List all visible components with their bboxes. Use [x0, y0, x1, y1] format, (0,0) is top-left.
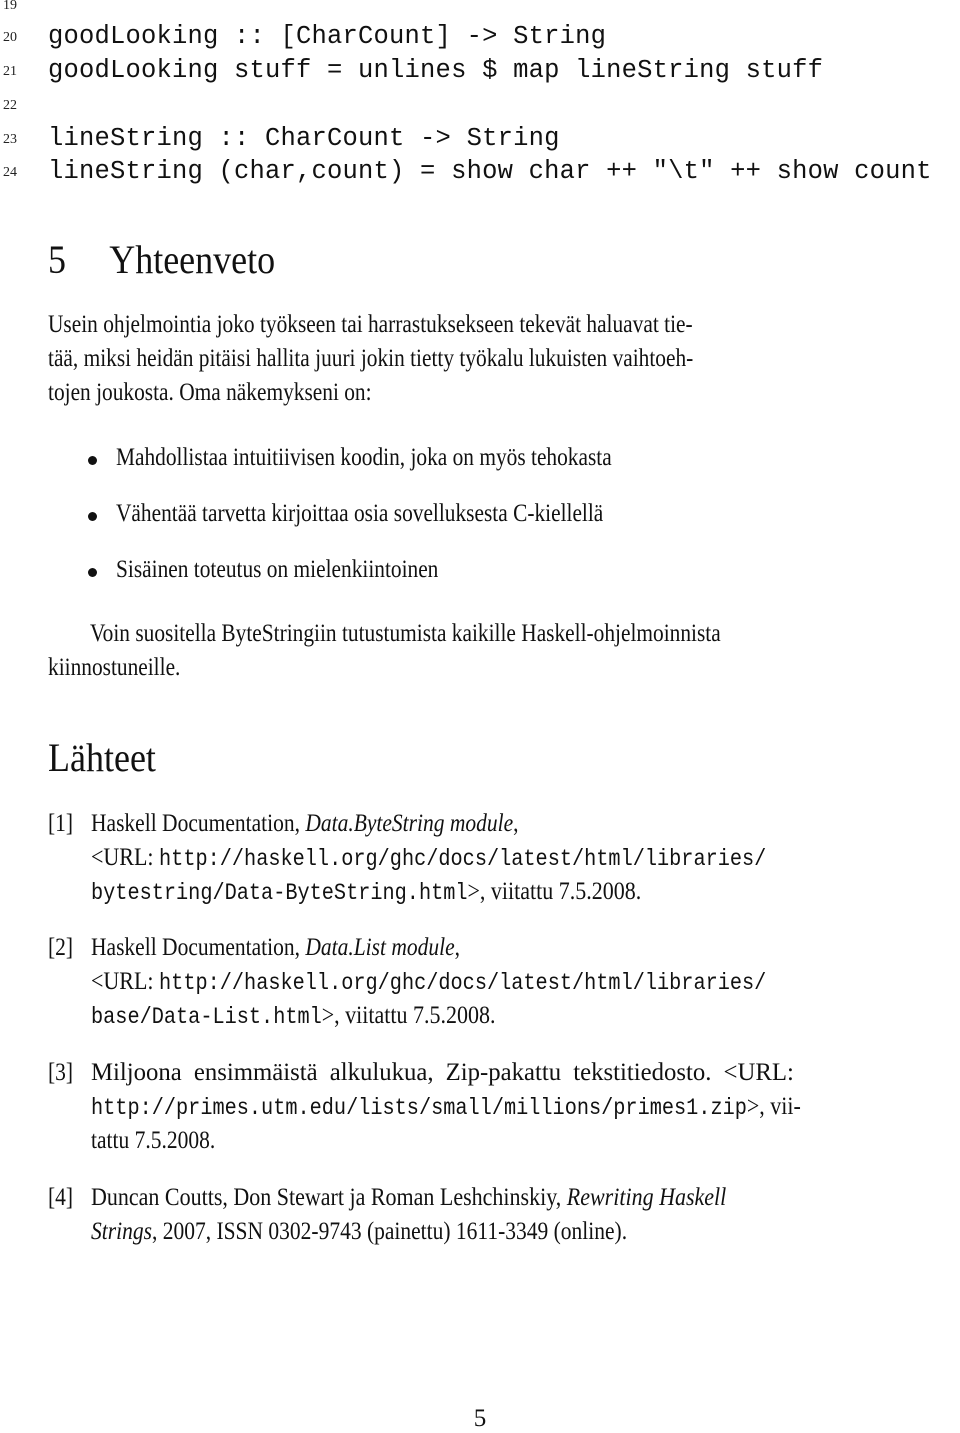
- line-number: 20: [3, 30, 17, 45]
- line-number: 24: [3, 165, 17, 180]
- reference-text: Haskell Documentation,: [91, 934, 306, 961]
- document-page: 19 20 goodLooking :: [CharCount] -> Stri…: [0, 0, 960, 1432]
- paragraph-line: tojen joukosta. Oma näkemykseni on:: [48, 379, 372, 406]
- reference-text: Duncan Coutts, Don Stewart ja Roman Lesh…: [91, 1184, 567, 1211]
- code-text: goodLooking stuff = unlines $ map lineSt…: [48, 56, 824, 85]
- reference-line: <URL: http://haskell.org/ghc/docs/latest…: [91, 844, 858, 872]
- reference-text: , 2007, ISSN 0302-9743 (painettu) 1611-3…: [151, 1218, 628, 1245]
- paragraph-line: tää, miksi heidän pitäisi hallita juuri …: [48, 345, 694, 372]
- reference-line: tattu 7.5.2008.: [91, 1127, 235, 1155]
- url-prefix: <URL:: [91, 968, 160, 995]
- references-heading: Lähteet: [48, 735, 156, 780]
- line-number: 23: [3, 132, 17, 147]
- list-item-text: Vähentää tarvetta kirjoittaa osia sovell…: [116, 500, 604, 527]
- paragraph-line: Voin suositella ByteStringiin tutustumis…: [90, 620, 721, 647]
- code-line: 21 goodLooking stuff = unlines $ map lin…: [0, 56, 823, 86]
- section-number: 5: [48, 237, 66, 282]
- reference-punct: ,: [454, 934, 461, 961]
- bullet-icon: [88, 456, 97, 465]
- reference-line: Miljoona ensimmäistä alkulukua, Zip-paka…: [91, 1059, 801, 1087]
- list-item-text: Sisäinen toteutus on mielenkiintoinen: [116, 556, 439, 583]
- reference-text: >, viitattu 7.5.2008.: [321, 1002, 496, 1029]
- reference-punct: ,: [513, 810, 519, 837]
- code-line: 20 goodLooking :: [CharCount] -> String: [0, 22, 606, 52]
- reference-text: Miljoona ensimmäistä alkulukua, Zip-paka…: [91, 1059, 794, 1086]
- line-number: 22: [3, 98, 17, 113]
- paragraph-line: kiinnostuneille.: [48, 654, 181, 681]
- reference-label: [4]: [48, 1184, 74, 1211]
- reference-url[interactable]: http://haskell.org/ghc/docs/latest/html/…: [159, 970, 766, 996]
- url-prefix: <URL:: [91, 844, 160, 871]
- reference-text: >, viitattu 7.5.2008.: [467, 878, 642, 905]
- reference-line: bytestring/Data-ByteString.html>, viitat…: [91, 878, 716, 906]
- code-text: lineString :: CharCount -> String: [48, 124, 560, 153]
- list-item-text: Mahdollistaa intuitiivisen koodin, joka …: [116, 444, 612, 471]
- paragraph-line: Usein ohjelmointia joko työkseen tai har…: [48, 311, 693, 338]
- reference-url[interactable]: base/Data-List.html: [91, 1004, 322, 1030]
- reference-title: Rewriting Haskell: [566, 1184, 727, 1211]
- section-title: Yhteenveto: [109, 237, 276, 282]
- reference-title: Strings: [91, 1218, 152, 1245]
- section-heading: 5 Yhteenveto: [48, 236, 275, 283]
- reference-title: Data.List module: [305, 934, 455, 961]
- reference-line: <URL: http://haskell.org/ghc/docs/latest…: [91, 968, 858, 996]
- code-line: 23 lineString :: CharCount -> String: [0, 124, 559, 154]
- reference-url[interactable]: bytestring/Data-ByteString.html: [91, 880, 468, 906]
- reference-text: Haskell Documentation,: [91, 810, 306, 837]
- reference-label: [2]: [48, 934, 74, 961]
- code-line: 24 lineString (char,count) = show char +…: [0, 157, 931, 187]
- reference-url[interactable]: http://haskell.org/ghc/docs/latest/html/…: [159, 846, 766, 872]
- reference-title: Data.ByteString module: [305, 810, 514, 837]
- code-line: 22: [0, 90, 31, 120]
- line-number: 19: [3, 0, 17, 13]
- page-number: 5: [473, 1405, 487, 1432]
- reference-line: base/Data-List.html>, viitattu 7.5.2008.: [91, 1002, 551, 1030]
- reference-line: Duncan Coutts, Don Stewart ja Roman Lesh…: [91, 1184, 813, 1212]
- reference-label: [3]: [48, 1059, 74, 1086]
- reference-text: tattu 7.5.2008.: [91, 1127, 216, 1154]
- code-text: lineString (char,count) = show char ++ "…: [48, 157, 932, 186]
- code-text: goodLooking :: [CharCount] -> String: [48, 22, 607, 51]
- reference-line: Haskell Documentation, Data.ByteString m…: [91, 810, 588, 838]
- reference-line: http://primes.utm.edu/lists/small/millio…: [91, 1093, 898, 1121]
- reference-line: Strings, 2007, ISSN 0302-9743 (painettu)…: [91, 1218, 714, 1246]
- reference-url[interactable]: http://primes.utm.edu/lists/small/millio…: [91, 1095, 747, 1121]
- bullet-icon: [88, 568, 97, 577]
- reference-line: Haskell Documentation, Data.List module,: [91, 934, 520, 962]
- line-number: 21: [3, 64, 17, 79]
- reference-label: [1]: [48, 810, 74, 837]
- reference-text: >, vii-: [746, 1093, 801, 1120]
- bullet-icon: [88, 512, 97, 521]
